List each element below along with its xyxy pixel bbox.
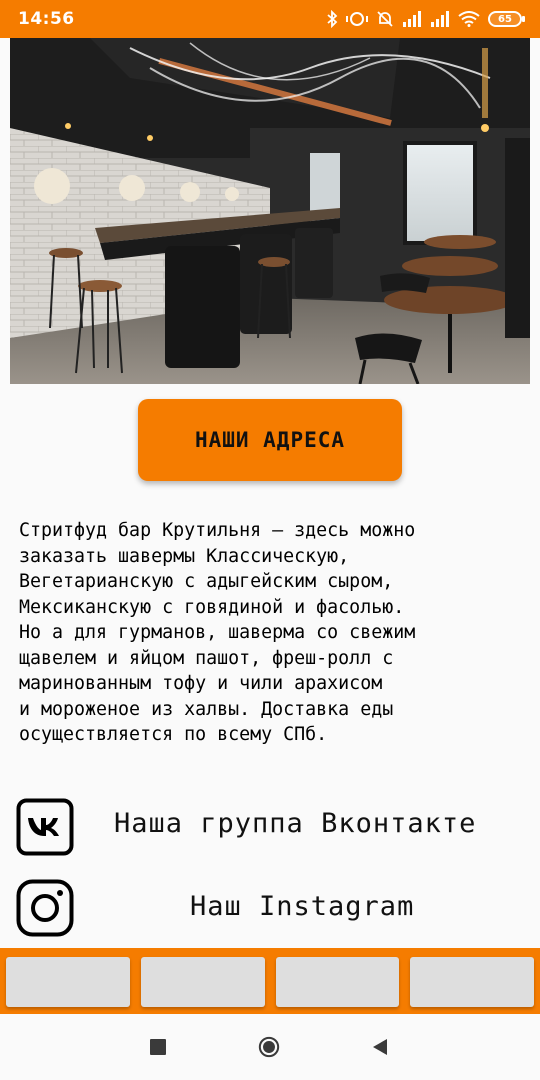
battery-icon: 65: [488, 11, 525, 27]
tab-button-2[interactable]: [140, 957, 265, 1007]
bar-interior-image: [10, 38, 530, 384]
vk-group-label[interactable]: Наша группа Вконтакте: [114, 808, 476, 839]
instagram-link[interactable]: Наш Instagram: [0, 877, 540, 939]
status-bar: 14:56 65: [0, 0, 540, 38]
vibrate-icon: [346, 12, 368, 26]
instagram-label[interactable]: Наш Instagram: [190, 891, 414, 922]
home-icon[interactable]: [258, 1036, 280, 1058]
mute-icon: [377, 11, 393, 27]
tab-button-4[interactable]: [410, 957, 534, 1007]
bottom-tab-bar: [0, 948, 540, 1014]
bar-interior-photo: [10, 38, 530, 384]
signal-icon: [403, 11, 421, 27]
vk-icon[interactable]: [16, 798, 74, 856]
status-time: 14:56: [18, 9, 75, 29]
our-addresses-button[interactable]: НАШИ АДРЕСА: [138, 399, 402, 481]
back-icon[interactable]: [369, 1036, 391, 1058]
battery-level: 65: [498, 13, 512, 25]
wifi-icon: [458, 11, 480, 27]
tab-button-3[interactable]: [275, 957, 400, 1007]
instagram-icon[interactable]: [16, 879, 74, 937]
status-icons: 65: [326, 10, 525, 28]
system-nav-bar: [0, 1014, 540, 1080]
vk-group-link[interactable]: Наша группа Вконтакте: [0, 796, 540, 858]
bluetooth-icon: [327, 10, 338, 28]
tab-button-1[interactable]: [6, 957, 130, 1007]
signal-icon: [431, 11, 449, 27]
description-text: Стритфуд бар Крутильня — здесь можно зак…: [19, 520, 416, 745]
recents-icon[interactable]: [147, 1036, 169, 1058]
